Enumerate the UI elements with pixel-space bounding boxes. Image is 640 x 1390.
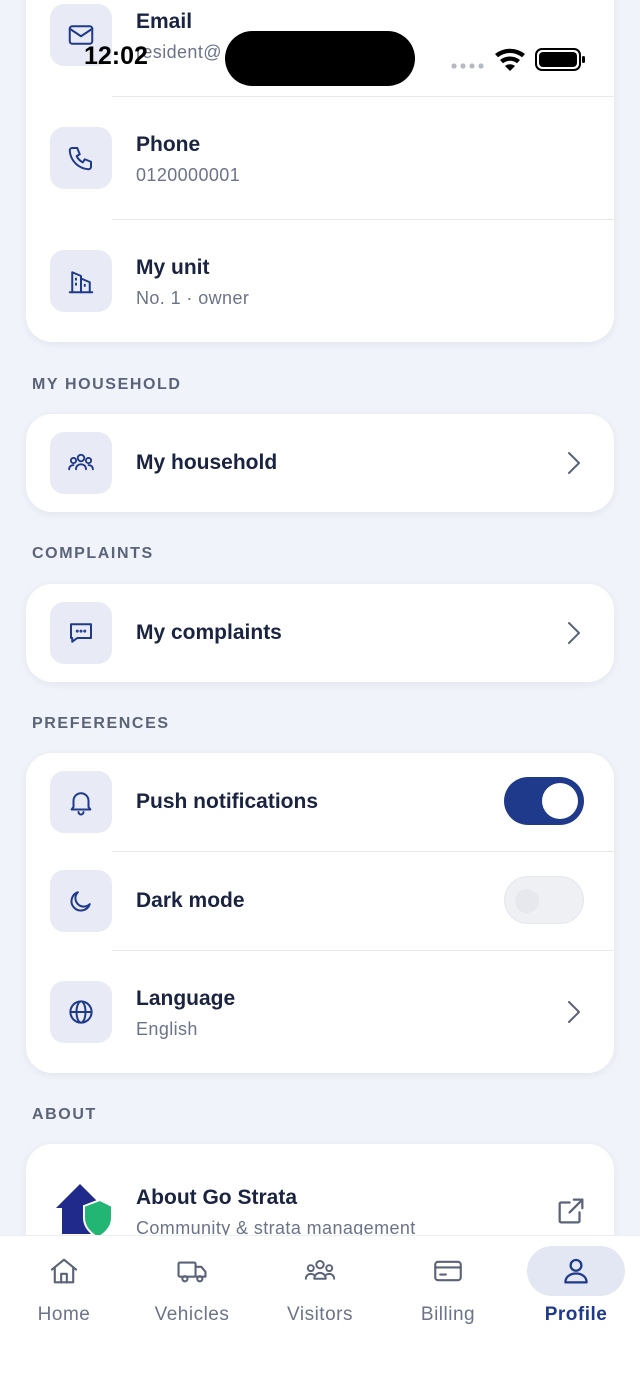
- signal-dots-icon: [451, 63, 484, 69]
- email-title: Email: [136, 10, 193, 33]
- chevron-right-icon: [568, 622, 580, 644]
- tab-label: Home: [37, 1304, 91, 1325]
- tab-label: Vehicles: [154, 1304, 230, 1325]
- people-icon: [68, 453, 94, 471]
- dynamic-island: [225, 31, 415, 86]
- language-row[interactable]: Language English: [26, 951, 614, 1073]
- moon-icon: [70, 891, 91, 912]
- status-time: 12:02: [84, 42, 148, 70]
- card-icon: [434, 1260, 462, 1282]
- dark-icon-box: [50, 870, 112, 932]
- tab-home[interactable]: Home: [14, 1246, 114, 1336]
- push-icon-box: [50, 771, 112, 833]
- status-icons: [451, 48, 585, 71]
- phone-title: Phone: [136, 133, 201, 156]
- phone-icon: [68, 147, 92, 171]
- about-subtitle: Community & strata management: [136, 1218, 416, 1235]
- unit-icon-box: [50, 250, 112, 312]
- household-label: My household: [136, 451, 278, 474]
- language-icon-box: [50, 981, 112, 1043]
- truck-icon: [177, 1261, 207, 1283]
- push-label: Push notifications: [136, 790, 319, 813]
- email-value: resident@: [136, 42, 222, 62]
- chevron-right-icon: [568, 452, 580, 474]
- tab-visitors[interactable]: Visitors: [270, 1246, 370, 1336]
- toggle-knob: [542, 783, 578, 819]
- tab-bar: Home Vehicles Visitors Billing Profile: [0, 1235, 640, 1390]
- preferences-card: Push notifications Dark mode Language En…: [26, 753, 614, 1073]
- household-icon-box: [50, 432, 112, 494]
- people-icon: [304, 1259, 336, 1280]
- tab-label: Profile: [544, 1304, 608, 1325]
- section-preferences-heading: PREFERENCES: [32, 715, 170, 732]
- profile-scroll-area[interactable]: Email resident@ Phone 0120000001 My unit…: [0, 0, 640, 1235]
- complaints-card[interactable]: My complaints: [26, 584, 614, 682]
- phone-value: 0120000001: [136, 165, 241, 185]
- phone-icon-box: [50, 127, 112, 189]
- dark-mode-toggle[interactable]: [504, 876, 584, 924]
- chat-bubble-icon: [70, 623, 92, 643]
- tab-label: Visitors: [287, 1304, 353, 1325]
- language-label: Language: [136, 987, 236, 1010]
- push-notifications-toggle[interactable]: [504, 777, 584, 825]
- bell-icon: [70, 792, 92, 816]
- tab-label: Billing: [420, 1304, 476, 1325]
- wifi-icon: [495, 48, 525, 71]
- building-icon: [68, 271, 94, 294]
- section-complaints-heading: COMPLAINTS: [32, 545, 154, 562]
- push-notifications-row[interactable]: Push notifications: [26, 753, 614, 851]
- unit-row[interactable]: My unit No. 1 · owner: [26, 220, 614, 342]
- household-card[interactable]: My household: [26, 414, 614, 512]
- about-title: About Go Strata: [136, 1186, 297, 1209]
- user-icon: [564, 1258, 588, 1284]
- tab-billing[interactable]: Billing: [398, 1246, 498, 1336]
- chevron-right-icon: [568, 1001, 580, 1023]
- phone-row[interactable]: Phone 0120000001: [26, 97, 614, 219]
- dark-label: Dark mode: [136, 889, 245, 912]
- about-card[interactable]: About Go Strata Community & strata manag…: [26, 1144, 614, 1235]
- dark-mode-row[interactable]: Dark mode: [26, 852, 614, 950]
- tab-vehicles[interactable]: Vehicles: [142, 1246, 242, 1336]
- language-value: English: [136, 1019, 198, 1039]
- complaints-icon-box: [50, 602, 112, 664]
- globe-icon: [69, 1000, 93, 1024]
- unit-title: My unit: [136, 256, 210, 279]
- external-link-icon: [558, 1198, 584, 1224]
- home-icon: [50, 1258, 78, 1284]
- section-about-heading: ABOUT: [32, 1106, 97, 1123]
- complaints-label: My complaints: [136, 621, 282, 644]
- section-household-heading: MY HOUSEHOLD: [32, 376, 182, 393]
- go-strata-logo: [56, 1184, 112, 1235]
- battery-icon: [535, 48, 585, 71]
- unit-value: No. 1 · owner: [136, 288, 250, 308]
- tab-profile[interactable]: Profile: [526, 1246, 626, 1336]
- toggle-knob: [515, 889, 539, 913]
